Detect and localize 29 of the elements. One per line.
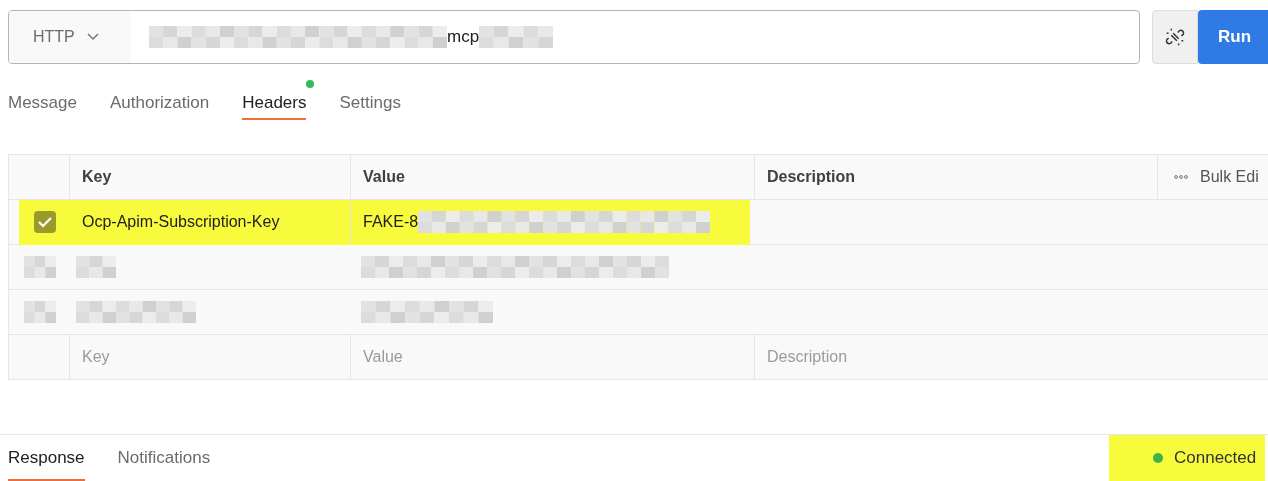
tab[interactable]: Authorization	[110, 78, 210, 120]
bulk-edit-button[interactable]: Bulk Edi	[1158, 165, 1259, 189]
status-text: Connected	[1174, 447, 1257, 470]
redacted-text	[76, 256, 116, 278]
header-key: Ocp-Apim-Subscription-Key	[82, 210, 280, 234]
more-icon	[1174, 175, 1188, 179]
column-header: Value	[363, 167, 405, 187]
column-header: Description	[767, 167, 855, 187]
url-text: mcp	[447, 26, 480, 49]
url-bar[interactable]: HTTP mcp	[8, 10, 1141, 64]
value-placeholder[interactable]: Value	[363, 345, 403, 369]
description-placeholder[interactable]: Description	[767, 345, 848, 369]
checkbox[interactable]	[33, 211, 56, 233]
panel-tab[interactable]: Notifications	[117, 435, 211, 481]
chevron-down-icon	[86, 33, 99, 41]
header-value: FAKE-8	[363, 212, 419, 232]
broken-link-icon	[1164, 26, 1187, 48]
run-button[interactable]: Run	[1198, 10, 1268, 64]
tab[interactable]: Message	[8, 78, 77, 120]
disconnect-button[interactable]	[1152, 10, 1199, 64]
redacted-block	[23, 301, 56, 323]
panel-tab[interactable]: Response	[8, 435, 85, 481]
redacted-block	[23, 256, 56, 278]
tab[interactable]: Headers	[242, 78, 307, 120]
method-dropdown[interactable]: HTTP	[9, 11, 131, 63]
check-icon	[37, 216, 52, 228]
key-placeholder[interactable]: Key	[82, 345, 110, 369]
tab[interactable]: Settings	[339, 78, 401, 120]
column-header: Key	[82, 167, 112, 187]
